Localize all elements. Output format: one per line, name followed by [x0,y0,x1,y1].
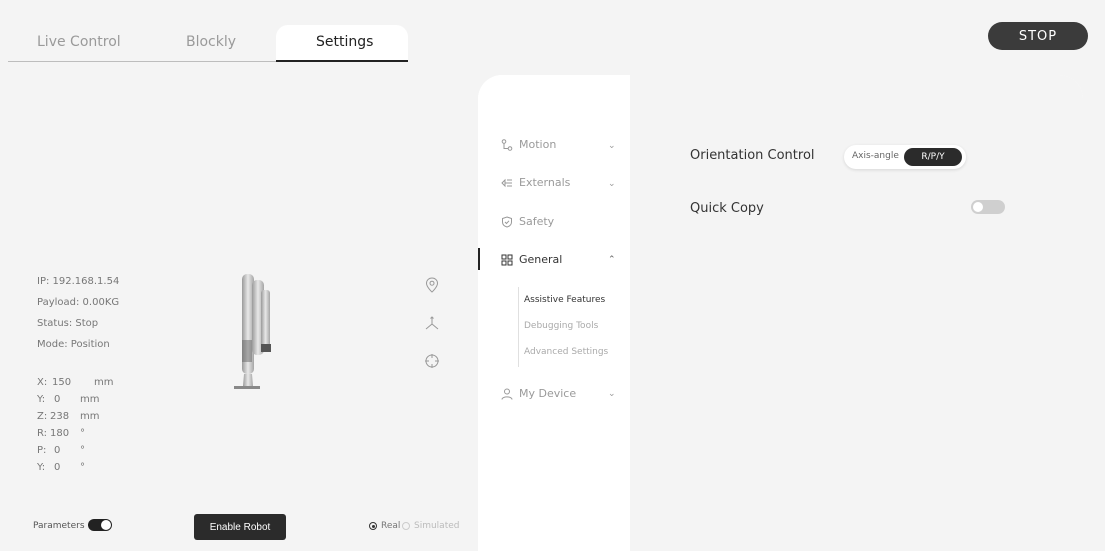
parameters-toggle[interactable] [88,519,112,531]
quick-copy-label: Quick Copy [690,201,764,216]
subitem-debugging-tools[interactable]: Debugging Tools [524,321,598,331]
coord-unit: ° [80,445,85,456]
chevron-down-icon[interactable]: ⌄ [608,389,616,399]
payload-text: Payload: 0.00KG [37,297,120,308]
chevron-down-icon[interactable]: ⌄ [608,141,616,151]
nav-item-my-device[interactable]: My Device [501,387,576,400]
coord-axis: Y: [37,394,46,405]
coord-axis: Y: [37,462,46,473]
chevron-down-icon[interactable]: ⌄ [608,179,616,189]
coord-value: 0 [54,394,61,405]
tab-active-indicator [276,60,408,62]
coord-value: 0 [54,462,61,473]
target-icon[interactable] [424,353,440,369]
coord-unit: mm [80,411,100,422]
coord-unit: ° [80,428,85,439]
coord-unit: mm [94,377,114,388]
option-axis-angle[interactable]: Axis-angle [852,151,899,161]
externals-icon [501,177,513,189]
orientation-control-label: Orientation Control [690,148,815,163]
location-pin-icon[interactable] [425,277,441,293]
mode-text: Mode: Position [37,339,110,350]
real-mode-radio[interactable] [369,522,377,530]
nav-label-general: General [519,253,563,266]
option-rpy[interactable]: R/P/Y [904,148,962,166]
coord-axis: Z: [37,411,48,422]
coord-value: 238 [50,411,70,422]
quick-copy-toggle[interactable] [971,200,1005,214]
coord-value: 180 [50,428,70,439]
orientation-control-segmented[interactable]: Axis-angle R/P/Y [844,145,966,169]
shield-icon [501,215,513,228]
chevron-up-icon[interactable]: ⌃ [608,255,616,265]
subitem-advanced-settings[interactable]: Advanced Settings [524,347,608,357]
nav-item-general[interactable]: General [501,253,562,266]
enable-robot-button[interactable]: Enable Robot [194,514,286,540]
nav-label-externals: Externals [519,176,571,189]
nav-label-motion: Motion [519,138,557,151]
nav-item-safety[interactable]: Safety [501,215,554,228]
coord-unit: mm [80,394,100,405]
nav-item-motion[interactable]: Motion [501,138,556,151]
grid-icon [501,254,513,266]
coord-axis: R: [37,428,48,439]
coord-axis: P: [37,445,47,456]
settings-panel: Motion ⌄ Externals ⌄ Safety General ⌃ As… [478,75,1083,551]
user-icon [501,388,513,400]
stop-button[interactable]: STOP [988,22,1088,50]
parameters-label: Parameters [33,521,85,531]
nav-label-safety: Safety [519,215,555,228]
axis-icon[interactable] [424,315,440,331]
coord-axis: X: [37,377,48,388]
tab-blockly[interactable]: Blockly [186,34,236,50]
coord-value: 0 [54,445,61,456]
motion-icon [501,138,513,151]
submenu-line [518,287,519,367]
nav-active-indicator [478,248,480,270]
ip-text: IP: 192.168.1.54 [37,276,120,287]
toggle-knob [973,202,983,212]
toggle-knob [101,520,111,530]
coord-unit: ° [80,462,85,473]
nav-label-my-device: My Device [519,387,577,400]
simulated-mode-label[interactable]: Simulated [414,521,459,531]
nav-item-externals[interactable]: Externals [501,176,570,189]
status-text: Status: Stop [37,318,99,329]
settings-nav: Motion ⌄ Externals ⌄ Safety General ⌃ As… [478,75,630,551]
coord-value: 150 [52,377,72,388]
simulated-mode-radio[interactable] [402,522,410,530]
subitem-assistive-features[interactable]: Assistive Features [524,295,605,305]
robot-arm-model[interactable] [228,270,278,399]
real-mode-label[interactable]: Real [381,521,400,531]
tab-live-control[interactable]: Live Control [37,34,121,50]
tab-settings[interactable]: Settings [316,34,373,50]
tab-bar: Live Control Blockly Settings [0,0,1105,62]
